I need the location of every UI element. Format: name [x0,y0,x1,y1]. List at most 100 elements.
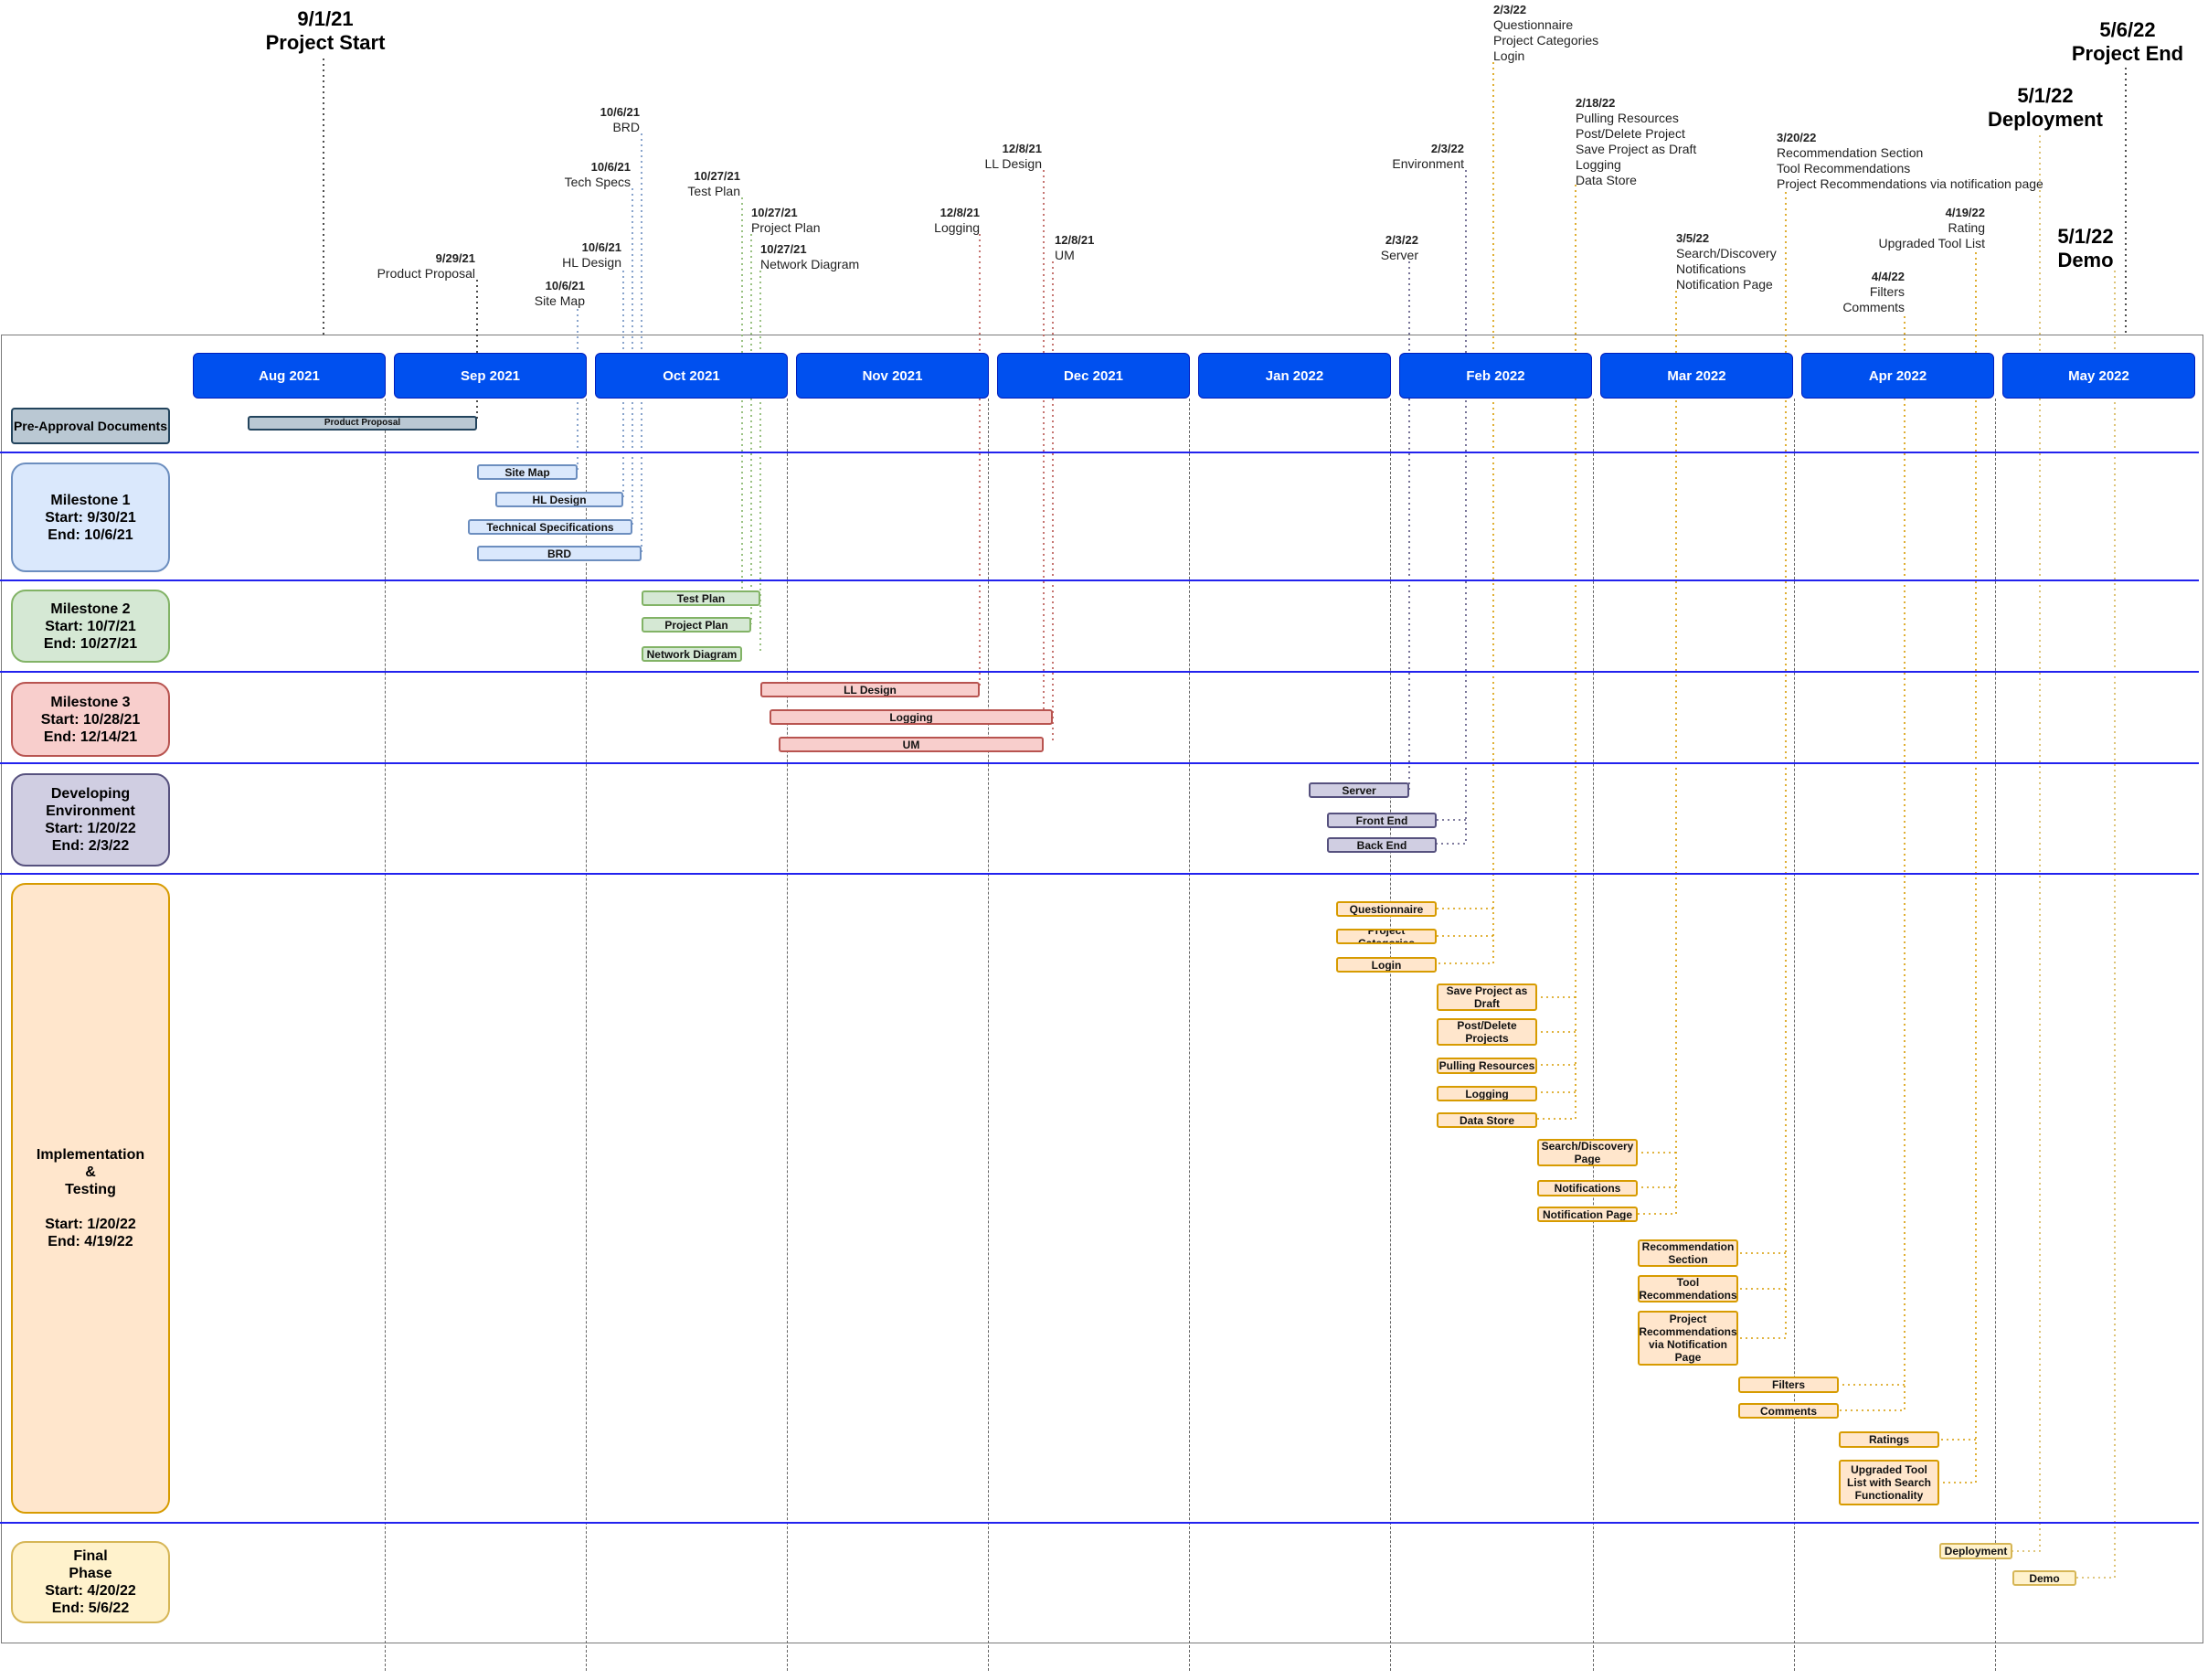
annotation-line: Data Store [1576,173,1637,187]
annotation-date: 12/8/21 [1055,233,1095,247]
annotation-date: 10/27/21 [694,169,740,183]
milestone-annotation-14: 2/18/22 Pulling Resources Post/Delete Proj… [1576,95,1696,188]
milestone-annotation-1: 10/6/21 Site Map [535,278,585,309]
task-bar-2: HL Design [495,492,623,507]
task-bar-7: Network Diagram [642,646,742,662]
task-bar-30: Ratings [1839,1431,1939,1448]
phase-box-6: Final Phase Start: 4/20/22 End: 5/6/22 [11,1541,170,1623]
row-separator-3 [0,762,2199,764]
connector-layer [323,58,2127,1579]
task-bar-16: Login [1336,957,1437,973]
annotation-line: UM [1055,248,1075,262]
annotation-line: Post/Delete Project [1576,126,1685,141]
connector-comments [1839,316,1905,1411]
phase-box-5: Implementation & Testing Start: 1/20/22 … [11,883,170,1514]
annotation-date: 3/5/22 [1676,231,1710,245]
annotation-line: Save Project as Draft [1576,142,1697,156]
month-gridline-6 [1593,399,1594,1671]
annotation-date: 2/3/22 [1430,142,1464,155]
annotation-date: 2/3/22 [1385,233,1418,247]
task-bar-17: Save Project as Draft [1437,984,1537,1011]
milestone-annotation-17: 4/4/22 Filters Comments [1842,269,1905,315]
milestone-annotation-2: 10/6/21 HL Design [562,239,621,271]
task-bar-21: Data Store [1437,1112,1537,1128]
task-bar-31: Upgraded Tool List with Search Functiona… [1839,1460,1939,1505]
annotation-line: BRD [612,120,640,134]
annotation-line: Rating [1948,220,1985,235]
annotation-line: Questionnaire [1493,17,1574,32]
key-milestone-1: 5/6/22 Project End [2027,18,2208,66]
task-bar-18: Post/Delete Projects [1437,1018,1537,1046]
month-gridline-7 [1794,399,1795,1671]
task-bar-27: Project Recommendations via Notification… [1638,1311,1738,1366]
task-bar-28: Filters [1738,1377,1839,1393]
phase-box-4: Developing Environment Start: 1/20/22 En… [11,773,170,867]
key-milestone-label: Project Start [265,31,386,54]
milestone-annotation-11: 2/3/22 Server [1381,232,1418,263]
annotation-date: 2/18/22 [1576,96,1616,110]
milestone-annotation-18: 4/19/22 Rating Upgraded Tool List [1879,205,1985,251]
phase-box-0: Pre-Approval Documents [11,408,170,444]
key-milestone-2: 5/1/22 Deployment [1945,84,2146,132]
annotation-line: Logging [934,220,980,235]
milestone-annotation-7: 10/27/21 Network Diagram [760,241,859,272]
key-milestone-date: 5/6/22 [2099,18,2156,41]
task-bar-5: Test Plan [642,590,760,606]
annotation-date: 10/27/21 [760,242,807,256]
month-header-3: Nov 2021 [796,353,989,399]
annotation-date: 10/6/21 [590,160,631,174]
connector-login [1437,62,1494,964]
phase-box-3: Milestone 3 Start: 10/28/21 End: 12/14/2… [11,682,170,757]
month-gridline-0 [385,399,386,1671]
task-bar-14: Questionnaire [1336,901,1437,917]
month-gridline-4 [1189,399,1190,1671]
task-bar-6: Project Plan [642,617,751,633]
annotation-line: Server [1380,248,1418,262]
connector-upgraded-tool-list [1939,252,1977,1483]
annotation-line: Notifications [1676,261,1746,276]
task-bar-23: Notifications [1537,1180,1638,1196]
annotation-date: 4/19/22 [1945,206,1985,219]
task-bar-10: UM [779,737,1044,752]
key-milestone-date: 9/1/21 [297,7,354,30]
key-milestone-0: 9/1/21 Project Start [225,7,426,55]
milestone-annotation-3: 10/6/21 Tech Specs [565,159,631,190]
row-separator-5 [0,1522,2199,1524]
connector-data-store [1537,185,1576,1120]
milestone-annotation-10: 12/8/21 UM [1055,232,1094,263]
annotation-date: 12/8/21 [1002,142,1042,155]
annotation-line: Tech Specs [564,175,631,189]
month-header-4: Dec 2021 [997,353,1190,399]
task-bar-13: Back End [1327,837,1437,853]
month-header-2: Oct 2021 [595,353,788,399]
annotation-line: Project Categories [1493,33,1599,48]
annotation-line: Network Diagram [760,257,860,271]
task-bar-26: Tool Recommendations [1638,1275,1738,1303]
task-bar-11: Server [1309,782,1409,798]
milestone-annotation-8: 12/8/21 LL Design [984,141,1042,172]
annotation-line: Product Proposal [377,266,475,281]
task-bar-0: Product Proposal [248,416,477,431]
annotation-line: Site Map [534,293,585,308]
annotation-date: 10/6/21 [600,105,640,119]
connector-back-end [1437,170,1467,845]
milestone-annotation-16: 3/20/22 Recommendation Section Tool Recomm… [1777,130,2043,192]
annotation-date: 12/8/21 [939,206,980,219]
key-milestone-label: Demo [2057,249,2114,271]
month-header-9: May 2022 [2002,353,2195,399]
task-bar-29: Comments [1738,1403,1839,1419]
key-milestone-date: 5/1/22 [2057,225,2114,248]
task-bar-3: Technical Specifications [468,519,632,535]
key-milestone-3: 5/1/22 Demo [1985,225,2186,272]
milestone-annotation-5: 10/27/21 Test Plan [687,168,740,199]
annotation-line: Test Plan [687,184,740,198]
task-bar-25: Recommendation Section [1638,1239,1738,1267]
milestone-annotation-4: 10/6/21 BRD [600,104,640,135]
task-bar-12: Front End [1327,813,1437,828]
annotation-line: Search/Discovery [1676,246,1777,261]
annotation-date: 3/20/22 [1777,131,1817,144]
month-gridline-1 [586,399,587,1671]
milestone-annotation-13: 2/3/22 Questionnaire Project Categories Log… [1493,2,1598,64]
annotation-line: Comments [1842,300,1905,314]
task-bar-19: Pulling Resources [1437,1058,1537,1074]
